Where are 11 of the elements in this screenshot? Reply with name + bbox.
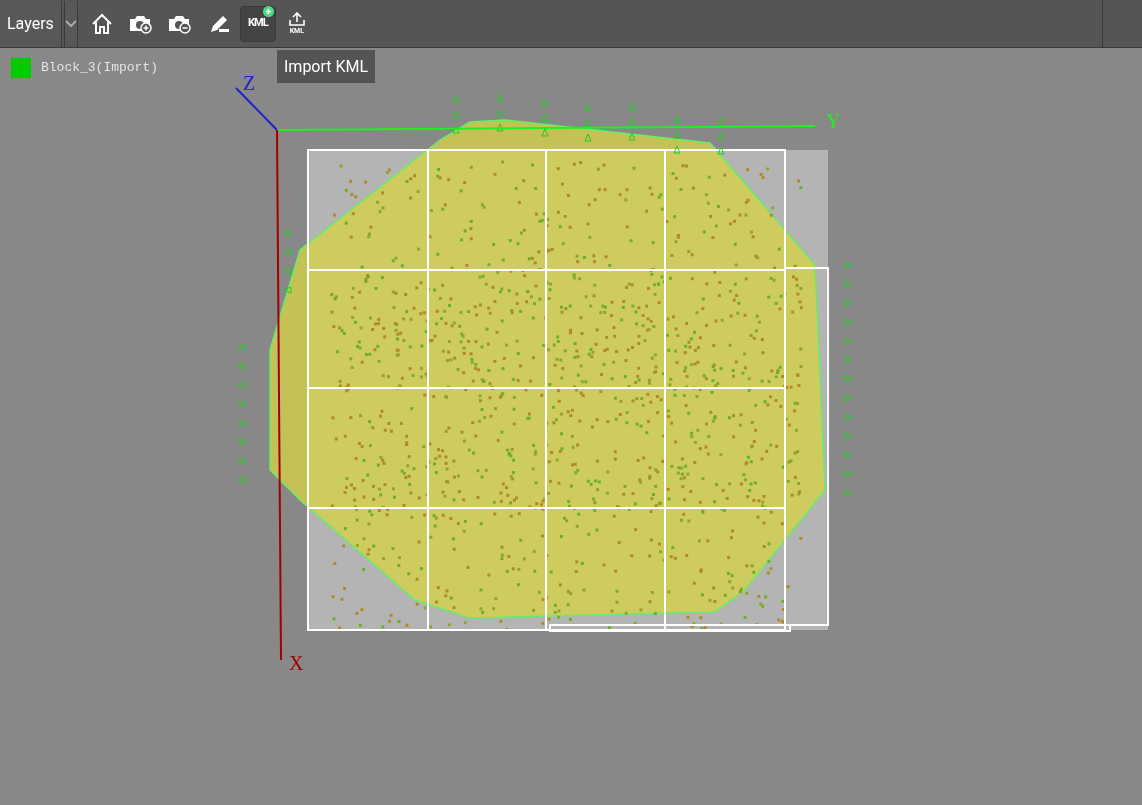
plus-badge-icon xyxy=(262,6,274,18)
upload-icon xyxy=(288,12,305,26)
dropdown-toggle[interactable] xyxy=(63,0,78,47)
kml-label: KML xyxy=(248,15,268,32)
axis-label: Z xyxy=(243,72,256,94)
axis-label: Y xyxy=(826,110,841,132)
3d-viewport[interactable]: Z Y X Block_3(Import) Import KML xyxy=(0,48,1142,805)
import-kml-button[interactable]: KML xyxy=(239,5,276,42)
chevron-down-icon xyxy=(64,19,77,28)
axis-label: X xyxy=(289,652,304,674)
tooltip: Import KML xyxy=(277,50,376,83)
